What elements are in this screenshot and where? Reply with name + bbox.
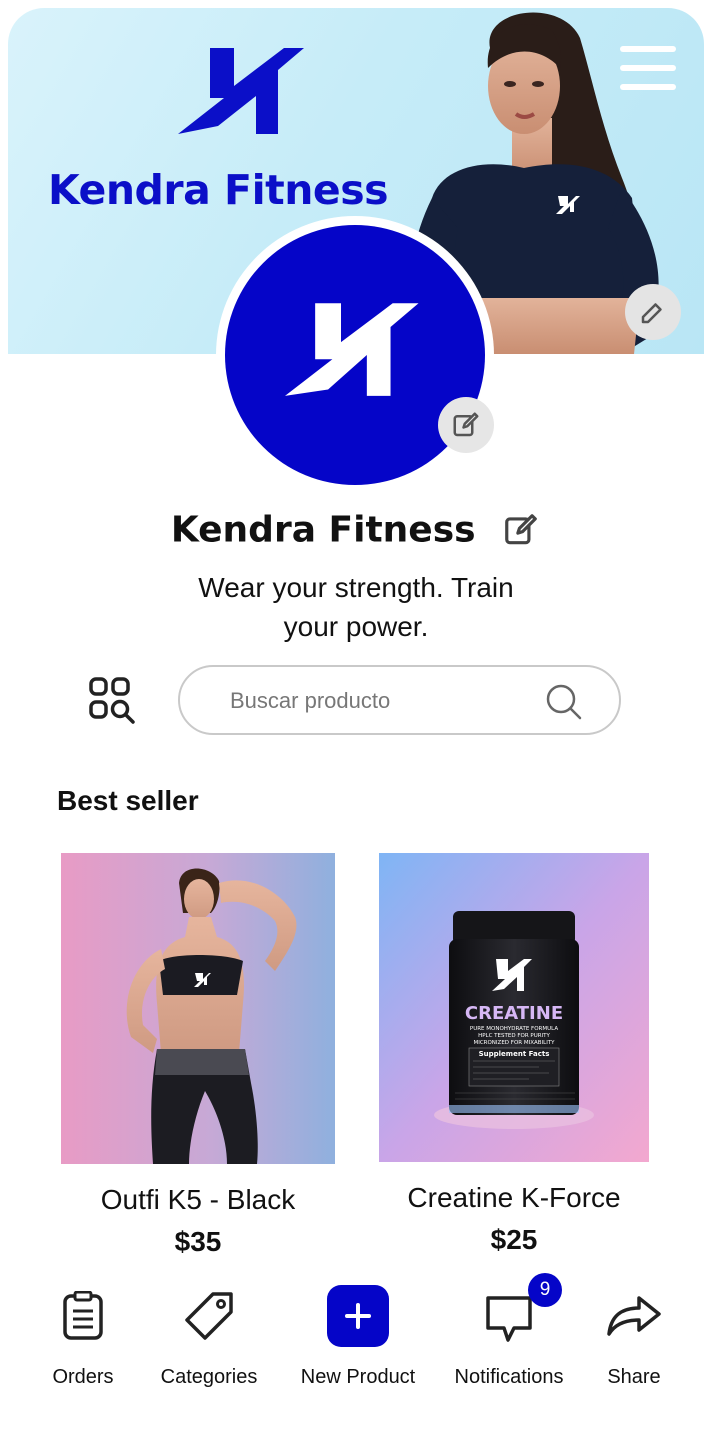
product-name: Creatine K-Force bbox=[407, 1182, 621, 1213]
jar-facts: Supplement Facts bbox=[479, 1050, 550, 1058]
nav-share[interactable]: Share bbox=[604, 1285, 664, 1388]
jar-line-1: PURE MONOHYDRATE FORMULA bbox=[470, 1026, 558, 1032]
clipboard-icon bbox=[63, 1291, 103, 1340]
search-bar bbox=[178, 665, 621, 735]
jar-title: CREATINE bbox=[465, 1003, 563, 1024]
share-arrow-icon bbox=[607, 1296, 661, 1336]
product-image bbox=[61, 853, 335, 1164]
edit-avatar-button[interactable] bbox=[438, 397, 494, 453]
nav-label: Notifications bbox=[454, 1366, 564, 1388]
product-image: CREATINE PURE MONOHYDRATE FORMULA HPLC T… bbox=[379, 853, 649, 1162]
plus-icon bbox=[345, 1303, 371, 1329]
hamburger-line bbox=[620, 46, 676, 52]
nav-categories[interactable]: Categories bbox=[161, 1285, 257, 1388]
edit-name-pencil-icon[interactable] bbox=[502, 511, 540, 549]
hamburger-line bbox=[620, 65, 676, 71]
nav-notifications[interactable]: 9 Notifications bbox=[455, 1273, 563, 1388]
nav-label: New Product bbox=[300, 1366, 416, 1388]
nav-label: Share bbox=[607, 1366, 661, 1388]
search-icon[interactable] bbox=[545, 683, 583, 721]
edit-cover-button[interactable] bbox=[625, 284, 681, 340]
profile-name-row: Kendra Fitness bbox=[0, 508, 711, 551]
hamburger-line bbox=[620, 84, 676, 90]
nav-new-product[interactable]: New Product bbox=[301, 1285, 415, 1388]
tag-icon bbox=[185, 1292, 233, 1340]
avatar bbox=[225, 225, 485, 485]
product-price: $35 bbox=[174, 1226, 222, 1257]
banner-brand-name: Kendra Fitness bbox=[48, 166, 389, 214]
product-card[interactable]: Outfi K5 - Black $35 bbox=[61, 853, 335, 1258]
pencil-icon bbox=[453, 412, 479, 437]
menu-button[interactable] bbox=[620, 46, 676, 100]
product-card[interactable]: CREATINE PURE MONOHYDRATE FORMULA HPLC T… bbox=[379, 853, 649, 1256]
profile-name: Kendra Fitness bbox=[170, 509, 476, 551]
brand-logo-icon bbox=[285, 303, 419, 396]
pencil-icon bbox=[641, 303, 662, 324]
grid-search-icon[interactable] bbox=[86, 676, 140, 726]
product-name: Outfi K5 - Black bbox=[100, 1184, 296, 1215]
product-price: $25 bbox=[490, 1224, 538, 1255]
nav-label: Categories bbox=[160, 1366, 258, 1388]
nav-label: Orders bbox=[52, 1366, 114, 1388]
best-seller-heading: Best seller bbox=[57, 785, 199, 816]
profile-tagline: Wear your strength. Train your power. bbox=[198, 572, 514, 642]
chat-bubble-icon bbox=[486, 1296, 532, 1342]
jar-line-2: HPLC TESTED FOR PURITY bbox=[478, 1033, 550, 1039]
search-input[interactable] bbox=[230, 681, 530, 721]
nav-orders[interactable]: Orders bbox=[52, 1285, 114, 1388]
new-product-button[interactable] bbox=[327, 1285, 389, 1347]
phone-screen: Kendra Fitness Kendra Fitness Wear your … bbox=[0, 0, 711, 1440]
brand-logo-icon bbox=[178, 48, 304, 134]
jar-line-3: MICRONIZED FOR MIXABILITY bbox=[473, 1040, 555, 1046]
notification-badge: 9 bbox=[528, 1273, 562, 1307]
